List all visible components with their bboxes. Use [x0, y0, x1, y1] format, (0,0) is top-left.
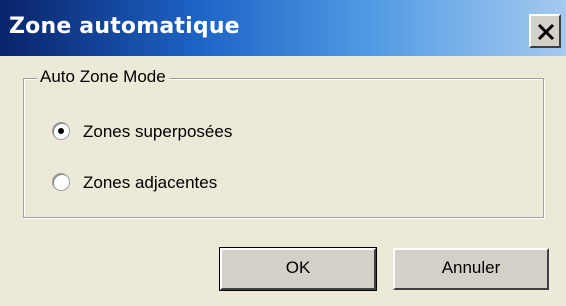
radio-button[interactable]: [52, 173, 70, 191]
title-bar[interactable]: Zone automatique: [0, 0, 566, 56]
cancel-button[interactable]: Annuler: [393, 248, 549, 290]
radio-label[interactable]: Zones adjacentes: [83, 170, 217, 196]
radio-label[interactable]: Zones superposées: [83, 119, 232, 145]
radio-button-selected[interactable]: [52, 122, 70, 140]
window-title: Zone automatique: [9, 14, 240, 39]
close-icon: [537, 23, 555, 41]
dialog-window: Zone automatique Auto Zone Mode Zones su…: [0, 0, 566, 306]
auto-zone-mode-group: [23, 78, 544, 218]
radio-dot: [58, 128, 64, 134]
group-legend: Auto Zone Mode: [37, 66, 169, 88]
ok-button[interactable]: OK: [219, 247, 377, 291]
close-button[interactable]: [529, 14, 561, 48]
